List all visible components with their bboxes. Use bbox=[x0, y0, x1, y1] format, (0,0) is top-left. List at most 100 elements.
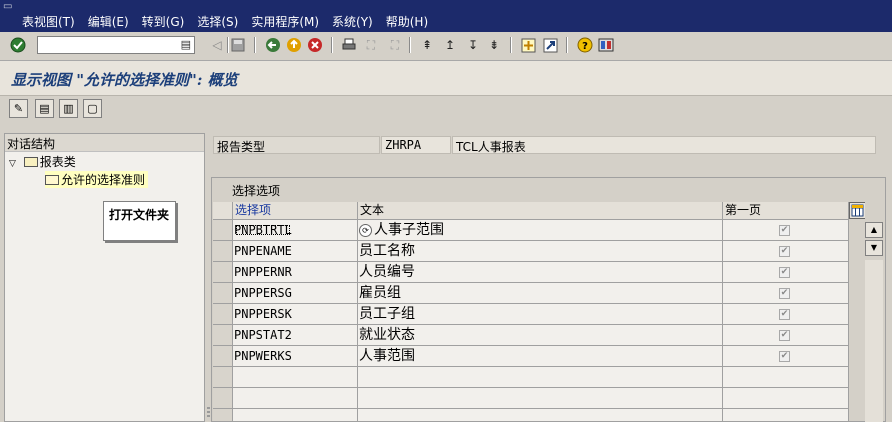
tree-node-report-class[interactable]: ▽ 报表类 bbox=[9, 153, 76, 170]
column-header-first-page[interactable]: 第一页 bbox=[723, 202, 849, 220]
title-bar: 显示视图 "允许的选择准则": 概览 bbox=[0, 61, 892, 96]
find-icon[interactable]: ⛶ bbox=[362, 36, 380, 54]
table-cell-empty[interactable] bbox=[233, 409, 358, 422]
table-cell-text[interactable]: 人员编号 bbox=[358, 262, 723, 283]
table-cell-option[interactable]: PNPENAME bbox=[233, 241, 358, 262]
report-type-code: ZHRPA bbox=[381, 136, 451, 154]
table-cell-empty[interactable] bbox=[723, 388, 849, 409]
table-cell-text[interactable]: 雇员组 bbox=[358, 283, 723, 304]
expand-icon[interactable]: ▽ bbox=[9, 159, 16, 169]
menu-edit[interactable]: 编辑(E) bbox=[88, 14, 129, 30]
table-cell-empty[interactable] bbox=[233, 388, 358, 409]
table-cell-empty[interactable] bbox=[723, 409, 849, 422]
menu-goto[interactable]: 转到(G) bbox=[142, 14, 185, 30]
table-cell-first-page[interactable]: ✔ bbox=[723, 283, 849, 304]
open-folder-icon bbox=[45, 175, 59, 185]
deselect-all-icon[interactable]: ▢ bbox=[83, 99, 102, 118]
table-cell-option[interactable]: PNPSTAT2 bbox=[233, 325, 358, 346]
application-toolbar: ✎ ▤ ▥ ▢ bbox=[0, 96, 892, 124]
back-icon[interactable] bbox=[264, 36, 282, 54]
table-cell-first-page[interactable]: ✔ bbox=[723, 241, 849, 262]
table-cell-first-page[interactable]: ✔ bbox=[723, 262, 849, 283]
command-history-icon[interactable]: ▤ bbox=[181, 38, 191, 51]
shortcut-icon[interactable] bbox=[541, 36, 559, 54]
menu-system[interactable]: 系统(Y) bbox=[332, 14, 373, 30]
prev-page-icon[interactable]: ↥ bbox=[441, 36, 459, 54]
table-cell-option[interactable]: PNPBTRTL bbox=[233, 220, 358, 241]
row-selector[interactable] bbox=[213, 304, 233, 325]
row-selector[interactable] bbox=[213, 325, 233, 346]
table-cell-empty[interactable] bbox=[358, 367, 723, 388]
row-selector[interactable] bbox=[213, 367, 233, 388]
next-page-icon[interactable]: ↧ bbox=[464, 36, 482, 54]
display-change-icon[interactable]: ✎ bbox=[9, 99, 28, 118]
svg-text:?: ? bbox=[582, 41, 588, 52]
scroll-down-icon[interactable]: ▼ bbox=[865, 240, 883, 256]
row-selector[interactable] bbox=[213, 241, 233, 262]
table-cell-text[interactable]: 员工名称 bbox=[358, 241, 723, 262]
command-input[interactable] bbox=[39, 38, 179, 53]
first-page-checkbox[interactable]: ✔ bbox=[779, 246, 790, 257]
table-cell-text[interactable]: ⟳ 人事子范围 bbox=[358, 220, 723, 241]
table-cell-option[interactable]: PNPPERSG bbox=[233, 283, 358, 304]
table-vertical-scrollbar[interactable]: ▲ ▼ bbox=[865, 202, 883, 422]
scroll-up-icon[interactable]: ▲ bbox=[865, 222, 883, 238]
first-page-checkbox[interactable]: ✔ bbox=[779, 267, 790, 278]
menu-help[interactable]: 帮助(H) bbox=[386, 14, 428, 30]
command-field[interactable]: ▤ bbox=[37, 36, 195, 54]
tree-node-allowed-criteria[interactable]: 允许的选择准则 bbox=[45, 171, 149, 188]
value-help-icon[interactable]: ⟳ bbox=[359, 224, 372, 237]
row-selector[interactable] bbox=[213, 388, 233, 409]
create-session-icon[interactable] bbox=[519, 36, 537, 54]
dialog-structure-panel: 对话结构 ▽ 报表类 允许的选择准则 bbox=[4, 133, 205, 422]
first-page-checkbox[interactable]: ✔ bbox=[779, 309, 790, 320]
table-cell-first-page[interactable]: ✔ bbox=[723, 220, 849, 241]
table-cell-first-page[interactable]: ✔ bbox=[723, 346, 849, 367]
table-cell-option[interactable]: PNPWERKS bbox=[233, 346, 358, 367]
collapse-icon[interactable]: ◁ bbox=[208, 36, 226, 54]
menu-utilities[interactable]: 实用程序(M) bbox=[251, 14, 319, 30]
table-cell-text[interactable]: 人事范围 bbox=[358, 346, 723, 367]
row-selector[interactable] bbox=[213, 220, 233, 241]
layout-icon[interactable] bbox=[597, 36, 615, 54]
find-next-icon[interactable]: ⛶ bbox=[386, 36, 404, 54]
first-page-checkbox[interactable]: ✔ bbox=[779, 225, 790, 236]
tooltip-text: 打开文件夹 bbox=[109, 208, 170, 222]
print-icon[interactable] bbox=[340, 36, 358, 54]
table-cell-empty[interactable] bbox=[358, 388, 723, 409]
row-selector[interactable] bbox=[213, 262, 233, 283]
first-page-checkbox[interactable]: ✔ bbox=[779, 330, 790, 341]
menu-table-view[interactable]: 表视图(T) bbox=[22, 14, 75, 30]
help-icon[interactable]: ? bbox=[576, 36, 594, 54]
row-selector[interactable] bbox=[213, 283, 233, 304]
report-type-label: 报告类型 bbox=[213, 136, 380, 154]
table-cell-option[interactable]: PNPPERNR bbox=[233, 262, 358, 283]
column-header-option[interactable]: 选择项 bbox=[233, 202, 358, 220]
scroll-track[interactable] bbox=[865, 260, 883, 422]
row-selector[interactable] bbox=[213, 346, 233, 367]
first-page-icon[interactable]: ⇞ bbox=[418, 36, 436, 54]
save-icon[interactable] bbox=[229, 36, 247, 54]
table-cell-empty[interactable] bbox=[358, 409, 723, 422]
menu-selection[interactable]: 选择(S) bbox=[197, 14, 238, 30]
select-block-icon[interactable]: ▥ bbox=[59, 99, 78, 118]
table-cell-empty[interactable] bbox=[723, 367, 849, 388]
column-header-text[interactable]: 文本 bbox=[358, 202, 723, 220]
select-all-cell[interactable] bbox=[213, 202, 233, 220]
cancel-icon[interactable] bbox=[306, 36, 324, 54]
table-cell-option[interactable]: PNPPERSK bbox=[233, 304, 358, 325]
selection-options-caption: 选择选项 bbox=[232, 184, 281, 198]
table-cell-text[interactable]: 员工子组 bbox=[358, 304, 723, 325]
table-cell-text[interactable]: 就业状态 bbox=[358, 325, 723, 346]
table-cell-empty[interactable] bbox=[233, 367, 358, 388]
first-page-checkbox[interactable]: ✔ bbox=[779, 288, 790, 299]
row-selector[interactable] bbox=[213, 409, 233, 422]
select-all-icon[interactable]: ▤ bbox=[35, 99, 54, 118]
system-menu-icon[interactable]: ▭ bbox=[3, 2, 15, 12]
table-cell-first-page[interactable]: ✔ bbox=[723, 325, 849, 346]
last-page-icon[interactable]: ⇟ bbox=[485, 36, 503, 54]
table-cell-first-page[interactable]: ✔ bbox=[723, 304, 849, 325]
first-page-checkbox[interactable]: ✔ bbox=[779, 351, 790, 362]
enter-icon[interactable] bbox=[9, 36, 27, 54]
exit-icon[interactable] bbox=[285, 36, 303, 54]
